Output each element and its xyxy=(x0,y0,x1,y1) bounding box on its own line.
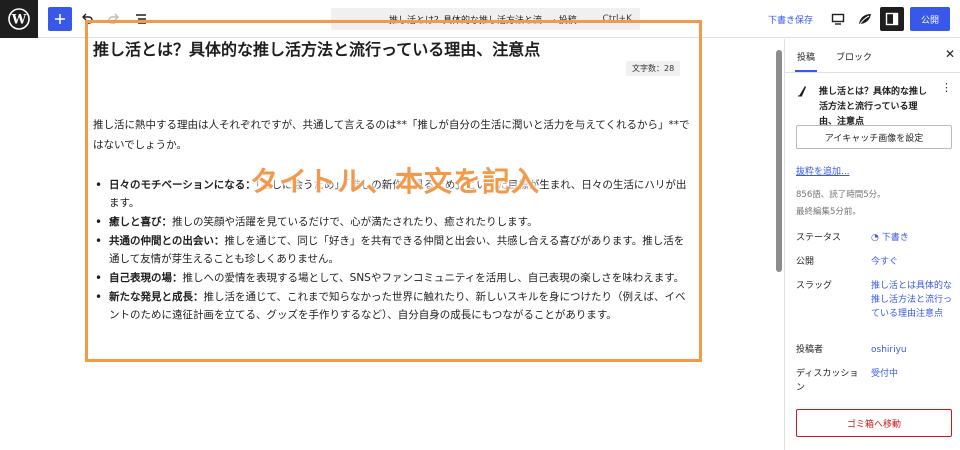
post-title[interactable]: 推し活とは？具体的な推し活方法と流行っている理由、注意点 xyxy=(93,36,540,60)
character-count-badge: 文字数：28 xyxy=(626,61,681,76)
jetpack-leaf-icon[interactable] xyxy=(853,7,877,31)
list-item-heading: 新たな発見と成長： xyxy=(109,291,204,303)
list-item-heading: 癒しと喜び： xyxy=(109,216,172,228)
list-item[interactable]: 自己表現の場：推しへの愛情を表現する場として、SNSやファンコミュニティを活用し… xyxy=(93,269,693,287)
preview-icon[interactable] xyxy=(826,7,850,31)
list-item[interactable]: 新たな発見と成長：推し活を通じて、これまで知らなかった世界に触れたり、新しいスキ… xyxy=(93,288,693,324)
add-block-button[interactable] xyxy=(48,7,72,31)
more-options-icon[interactable]: ⋮ xyxy=(941,82,952,93)
discussion-label: ディスカッション xyxy=(796,369,859,393)
word-count-info: 856語、読了時間5分。 xyxy=(796,190,886,200)
publish-label: 公開 xyxy=(796,257,815,267)
svg-text:W: W xyxy=(11,13,27,28)
author-label: 投稿者 xyxy=(796,345,824,355)
list-item-heading: 自己表現の場： xyxy=(109,272,183,284)
list-item[interactable]: 癒しと喜び：推しの笑顔や活躍を見ているだけで、心が満たされたり、癒されたりします… xyxy=(93,213,693,231)
tab-block[interactable]: ブロック xyxy=(836,50,872,63)
status-label: ステータス xyxy=(796,233,842,243)
post-pen-icon xyxy=(797,85,807,100)
slug-value[interactable]: 推し活とは具体的な推し活方法と流行っている理由注意点 xyxy=(871,279,955,321)
sidebar-post-title: 推し活とは？具体的な推し活方法と流行っている理由、注意点 xyxy=(819,87,928,127)
list-item-heading: 共通の仲間との出会い： xyxy=(109,235,225,247)
add-excerpt-link[interactable]: 抜粋を追加... xyxy=(796,164,850,177)
move-to-trash-button[interactable]: ゴミ箱へ移動 xyxy=(796,409,952,437)
discussion-value[interactable]: 受付中 xyxy=(871,367,955,381)
sidebar-tabs: 投稿 ブロック ✕ xyxy=(785,39,960,73)
publish-date-value[interactable]: 今すぐ xyxy=(871,255,955,269)
editor-scrollbar-thumb[interactable] xyxy=(776,50,782,272)
list-item[interactable]: 共通の仲間との出会い：推しを通じて、同じ「好き」を共有できる仲間と出会い、共感し… xyxy=(93,232,693,268)
paragraph-block[interactable]: 推し活に熱中する理由は人それぞれですが、共通して言えるのは**「推しが自分の生活… xyxy=(93,115,693,155)
draft-status-icon: ◔ xyxy=(871,233,879,243)
post-meta-info: 856語、読了時間5分。 最終編集5分前。 xyxy=(796,187,886,221)
status-value-text: 下書き xyxy=(881,233,909,243)
tab-post[interactable]: 投稿 xyxy=(794,50,818,72)
last-edited-info: 最終編集5分前。 xyxy=(796,207,861,217)
status-value[interactable]: ◔ 下書き xyxy=(871,231,955,245)
wordpress-logo-icon[interactable]: W xyxy=(0,0,38,38)
save-draft-button[interactable]: 下書き保存 xyxy=(768,13,813,26)
slug-label: スラッグ xyxy=(796,281,833,291)
publish-button[interactable]: 公開 xyxy=(910,7,950,31)
list-item-text: 推しへの愛情を表現する場として、SNSやファンコミュニティを活用し、自己表現の楽… xyxy=(182,272,685,284)
settings-sidebar: 投稿 ブロック ✕ 推し活とは？具体的な推し活方法と流行っている理由、注意点 ⋮… xyxy=(784,39,960,450)
author-value[interactable]: oshiriyu xyxy=(871,343,955,357)
close-icon[interactable]: ✕ xyxy=(945,47,955,61)
settings-sidebar-toggle-icon[interactable] xyxy=(880,7,904,31)
list-item-heading: 日々のモチベーションになる： xyxy=(109,179,256,191)
set-featured-image-button[interactable]: アイキャッチ画像を設定 xyxy=(796,125,952,149)
annotation-overlay-text: タイトル、本文を記入 xyxy=(250,165,541,198)
list-item-text: 推しの笑顔や活躍を見ているだけで、心が満たされたり、癒されたりします。 xyxy=(172,216,538,228)
